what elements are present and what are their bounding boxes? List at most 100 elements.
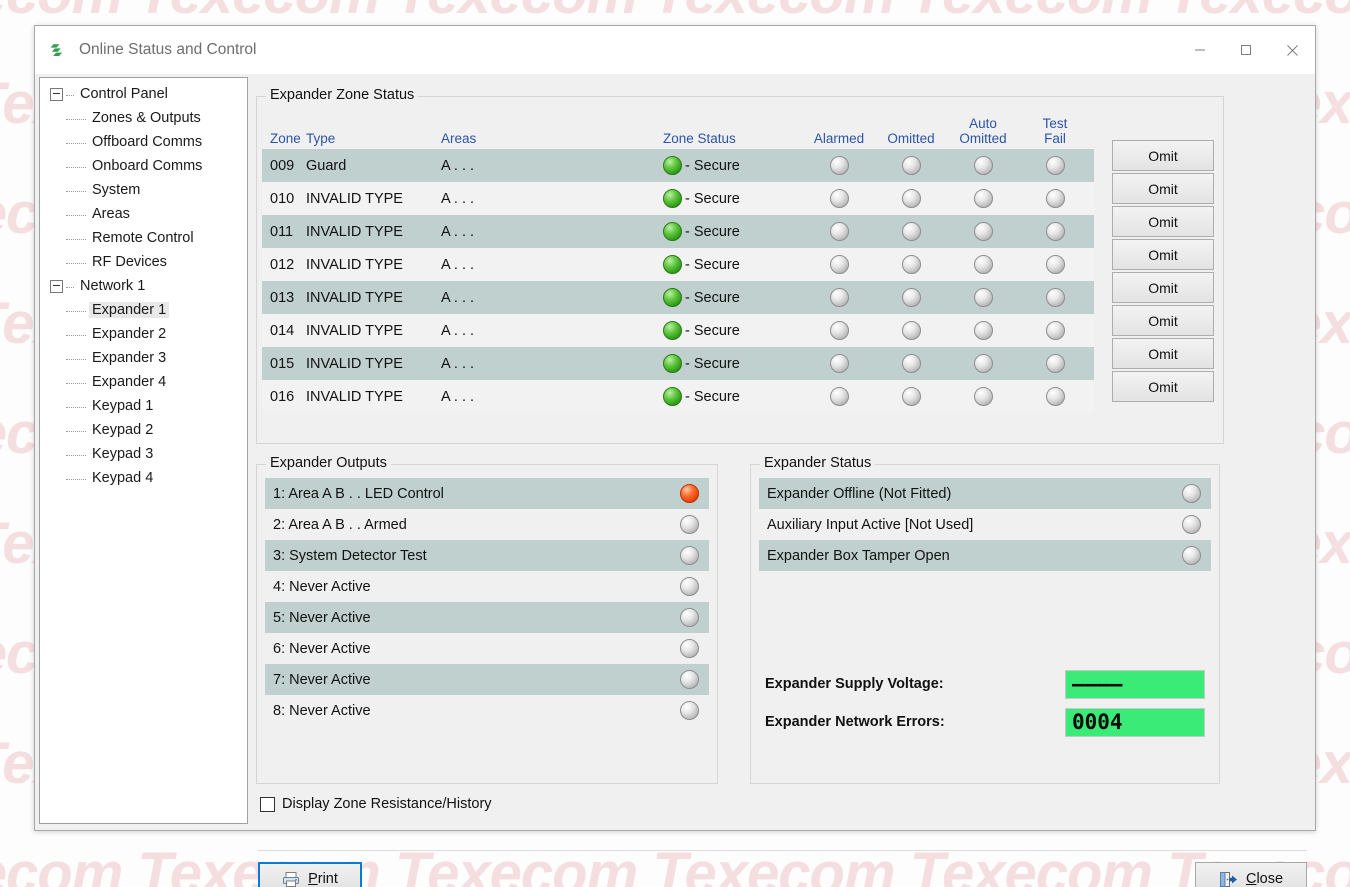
tree-item-areas[interactable]: Areas: [40, 202, 247, 226]
omit-button[interactable]: Omit: [1112, 371, 1214, 402]
omitted-led: [901, 255, 921, 274]
tree-item-expander-1[interactable]: Expander 1: [40, 298, 247, 322]
alarmed-led: [829, 321, 849, 340]
window-titlebar: Online Status and Control: [35, 26, 1315, 74]
tree-item-keypad-4[interactable]: Keypad 4: [40, 466, 247, 490]
close-button[interactable]: Close: [1195, 862, 1307, 887]
tree-item-offboard-comms[interactable]: Offboard Comms: [40, 130, 247, 154]
tree-item-keypad-3[interactable]: Keypad 3: [40, 442, 247, 466]
output-row[interactable]: 2: Area A B . . Armed: [265, 509, 709, 540]
tree-item-expander-3[interactable]: Expander 3: [40, 346, 247, 370]
expander-status-legend: Expander Status: [760, 455, 876, 471]
tree-collapse-icon[interactable]: [50, 279, 63, 293]
header-auto-omitted-line2: Omitted: [959, 131, 1007, 146]
zone-row[interactable]: 010 INVALID TYPE A . . . - Secure: [262, 182, 1094, 215]
print-button[interactable]: Print: [258, 862, 362, 887]
maximize-icon[interactable]: [1223, 26, 1269, 74]
output-led: [680, 546, 699, 565]
tree-item-control-panel[interactable]: Control Panel: [40, 82, 247, 106]
test-fail-led: [1045, 156, 1065, 175]
omit-button[interactable]: Omit: [1112, 140, 1214, 171]
zone-row[interactable]: 014 INVALID TYPE A . . . - Secure: [262, 314, 1094, 347]
texecom-logo-icon: [47, 39, 69, 61]
output-label: 2: Area A B . . Armed: [273, 516, 407, 533]
tree-connector: [66, 190, 86, 192]
tree-item-zones-outputs[interactable]: Zones & Outputs: [40, 106, 247, 130]
tree-item-remote-control[interactable]: Remote Control: [40, 226, 247, 250]
header-alarmed: Alarmed: [813, 131, 865, 146]
tree-item-keypad-1[interactable]: Keypad 1: [40, 394, 247, 418]
tree-item-expander-4[interactable]: Expander 4: [40, 370, 247, 394]
minimize-icon[interactable]: [1177, 26, 1223, 74]
tree-item-expander-2[interactable]: Expander 2: [40, 322, 247, 346]
alarmed-led: [829, 354, 849, 373]
footer-divider: [258, 850, 1307, 851]
header-test-fail-line1: Test: [1042, 116, 1068, 131]
main-content-pane: Expander Zone Status Zone Type Areas Zon…: [248, 74, 1315, 887]
zone-status-cell: - Secure: [663, 189, 803, 208]
output-label: 5: Never Active: [273, 609, 371, 626]
zone-row[interactable]: 013 INVALID TYPE A . . . - Secure: [262, 281, 1094, 314]
display-zone-resistance-checkbox[interactable]: Display Zone Resistance/History: [260, 796, 492, 812]
zone-areas: A . . .: [441, 355, 475, 372]
status-row[interactable]: Expander Offline (Not Fitted): [759, 478, 1211, 509]
zone-table-header: Zone Type Areas Zone Status Alarmed Omit…: [262, 109, 1094, 149]
tree-item-keypad-2[interactable]: Keypad 2: [40, 418, 247, 442]
close-icon[interactable]: [1269, 26, 1315, 74]
output-row[interactable]: 6: Never Active: [265, 633, 709, 664]
zone-areas: A . . .: [441, 190, 475, 207]
zone-row[interactable]: 009 Guard A . . . - Secure: [262, 149, 1094, 182]
alarmed-led-cell: [803, 189, 875, 208]
output-row[interactable]: 7: Never Active: [265, 664, 709, 695]
status-row[interactable]: Auxiliary Input Active [Not Used]: [759, 509, 1211, 540]
omitted-led: [901, 189, 921, 208]
print-label-rest: rint: [317, 871, 338, 887]
omit-button[interactable]: Omit: [1112, 239, 1214, 270]
output-row[interactable]: 3: System Detector Test: [265, 540, 709, 571]
auto-omitted-led-cell: [947, 387, 1019, 406]
omit-button[interactable]: Omit: [1112, 338, 1214, 369]
auto-omitted-led: [973, 354, 993, 373]
status-led: [1182, 546, 1201, 565]
test-fail-led: [1045, 387, 1065, 406]
output-row[interactable]: 8: Never Active: [265, 695, 709, 726]
zone-row[interactable]: 011 INVALID TYPE A . . . - Secure: [262, 215, 1094, 248]
status-row[interactable]: Expander Box Tamper Open: [759, 540, 1211, 571]
tree-item-label: Offboard Comms: [92, 134, 203, 150]
output-row[interactable]: 5: Never Active: [265, 602, 709, 633]
tree-item-onboard-comms[interactable]: Onboard Comms: [40, 154, 247, 178]
output-row[interactable]: 4: Never Active: [265, 571, 709, 602]
navigation-tree[interactable]: Control Panel Zones & Outputs Offboard Com…: [39, 77, 248, 824]
close-label-rest: lose: [1256, 871, 1284, 887]
zone-type: INVALID TYPE: [306, 223, 403, 240]
print-button-label: Print: [308, 871, 338, 887]
zone-status-label: - Secure: [685, 388, 740, 405]
omit-button[interactable]: Omit: [1112, 305, 1214, 336]
tree-item-network-1[interactable]: Network 1: [40, 274, 247, 298]
omit-button[interactable]: Omit: [1112, 173, 1214, 204]
checkbox-box[interactable]: [260, 796, 275, 812]
close-accelerator: C: [1245, 871, 1257, 887]
tree-item-rf-devices[interactable]: RF Devices: [40, 250, 247, 274]
output-row[interactable]: 1: Area A B . . LED Control: [265, 478, 709, 509]
zone-status-led: [663, 189, 682, 208]
zone-status-cell: - Secure: [663, 156, 803, 175]
omit-button[interactable]: Omit: [1112, 272, 1214, 303]
tree-connector: [66, 430, 86, 432]
network-errors-label: Expander Network Errors:: [765, 714, 945, 730]
zone-row[interactable]: 015 INVALID TYPE A . . . - Secure: [262, 347, 1094, 380]
tree-item-system[interactable]: System: [40, 178, 247, 202]
expander-status-list: Expander Offline (Not Fitted) Auxiliary I…: [759, 478, 1211, 571]
tree-connector: [66, 142, 86, 144]
omit-button[interactable]: Omit: [1112, 206, 1214, 237]
zone-row[interactable]: 012 INVALID TYPE A . . . - Secure: [262, 248, 1094, 281]
zone-row[interactable]: 016 INVALID TYPE A . . . - Secure: [262, 380, 1094, 413]
zone-status-label: - Secure: [685, 256, 740, 273]
tree-connector: [66, 262, 86, 264]
header-zone: Zone: [270, 131, 301, 146]
tree-collapse-icon[interactable]: [50, 87, 63, 101]
expander-outputs-group: Expander Outputs 1: Area A B . . LED Con…: [256, 455, 718, 784]
tree-connector: [66, 310, 86, 312]
tree-connector: [66, 94, 74, 96]
zone-areas: A . . .: [441, 223, 475, 240]
